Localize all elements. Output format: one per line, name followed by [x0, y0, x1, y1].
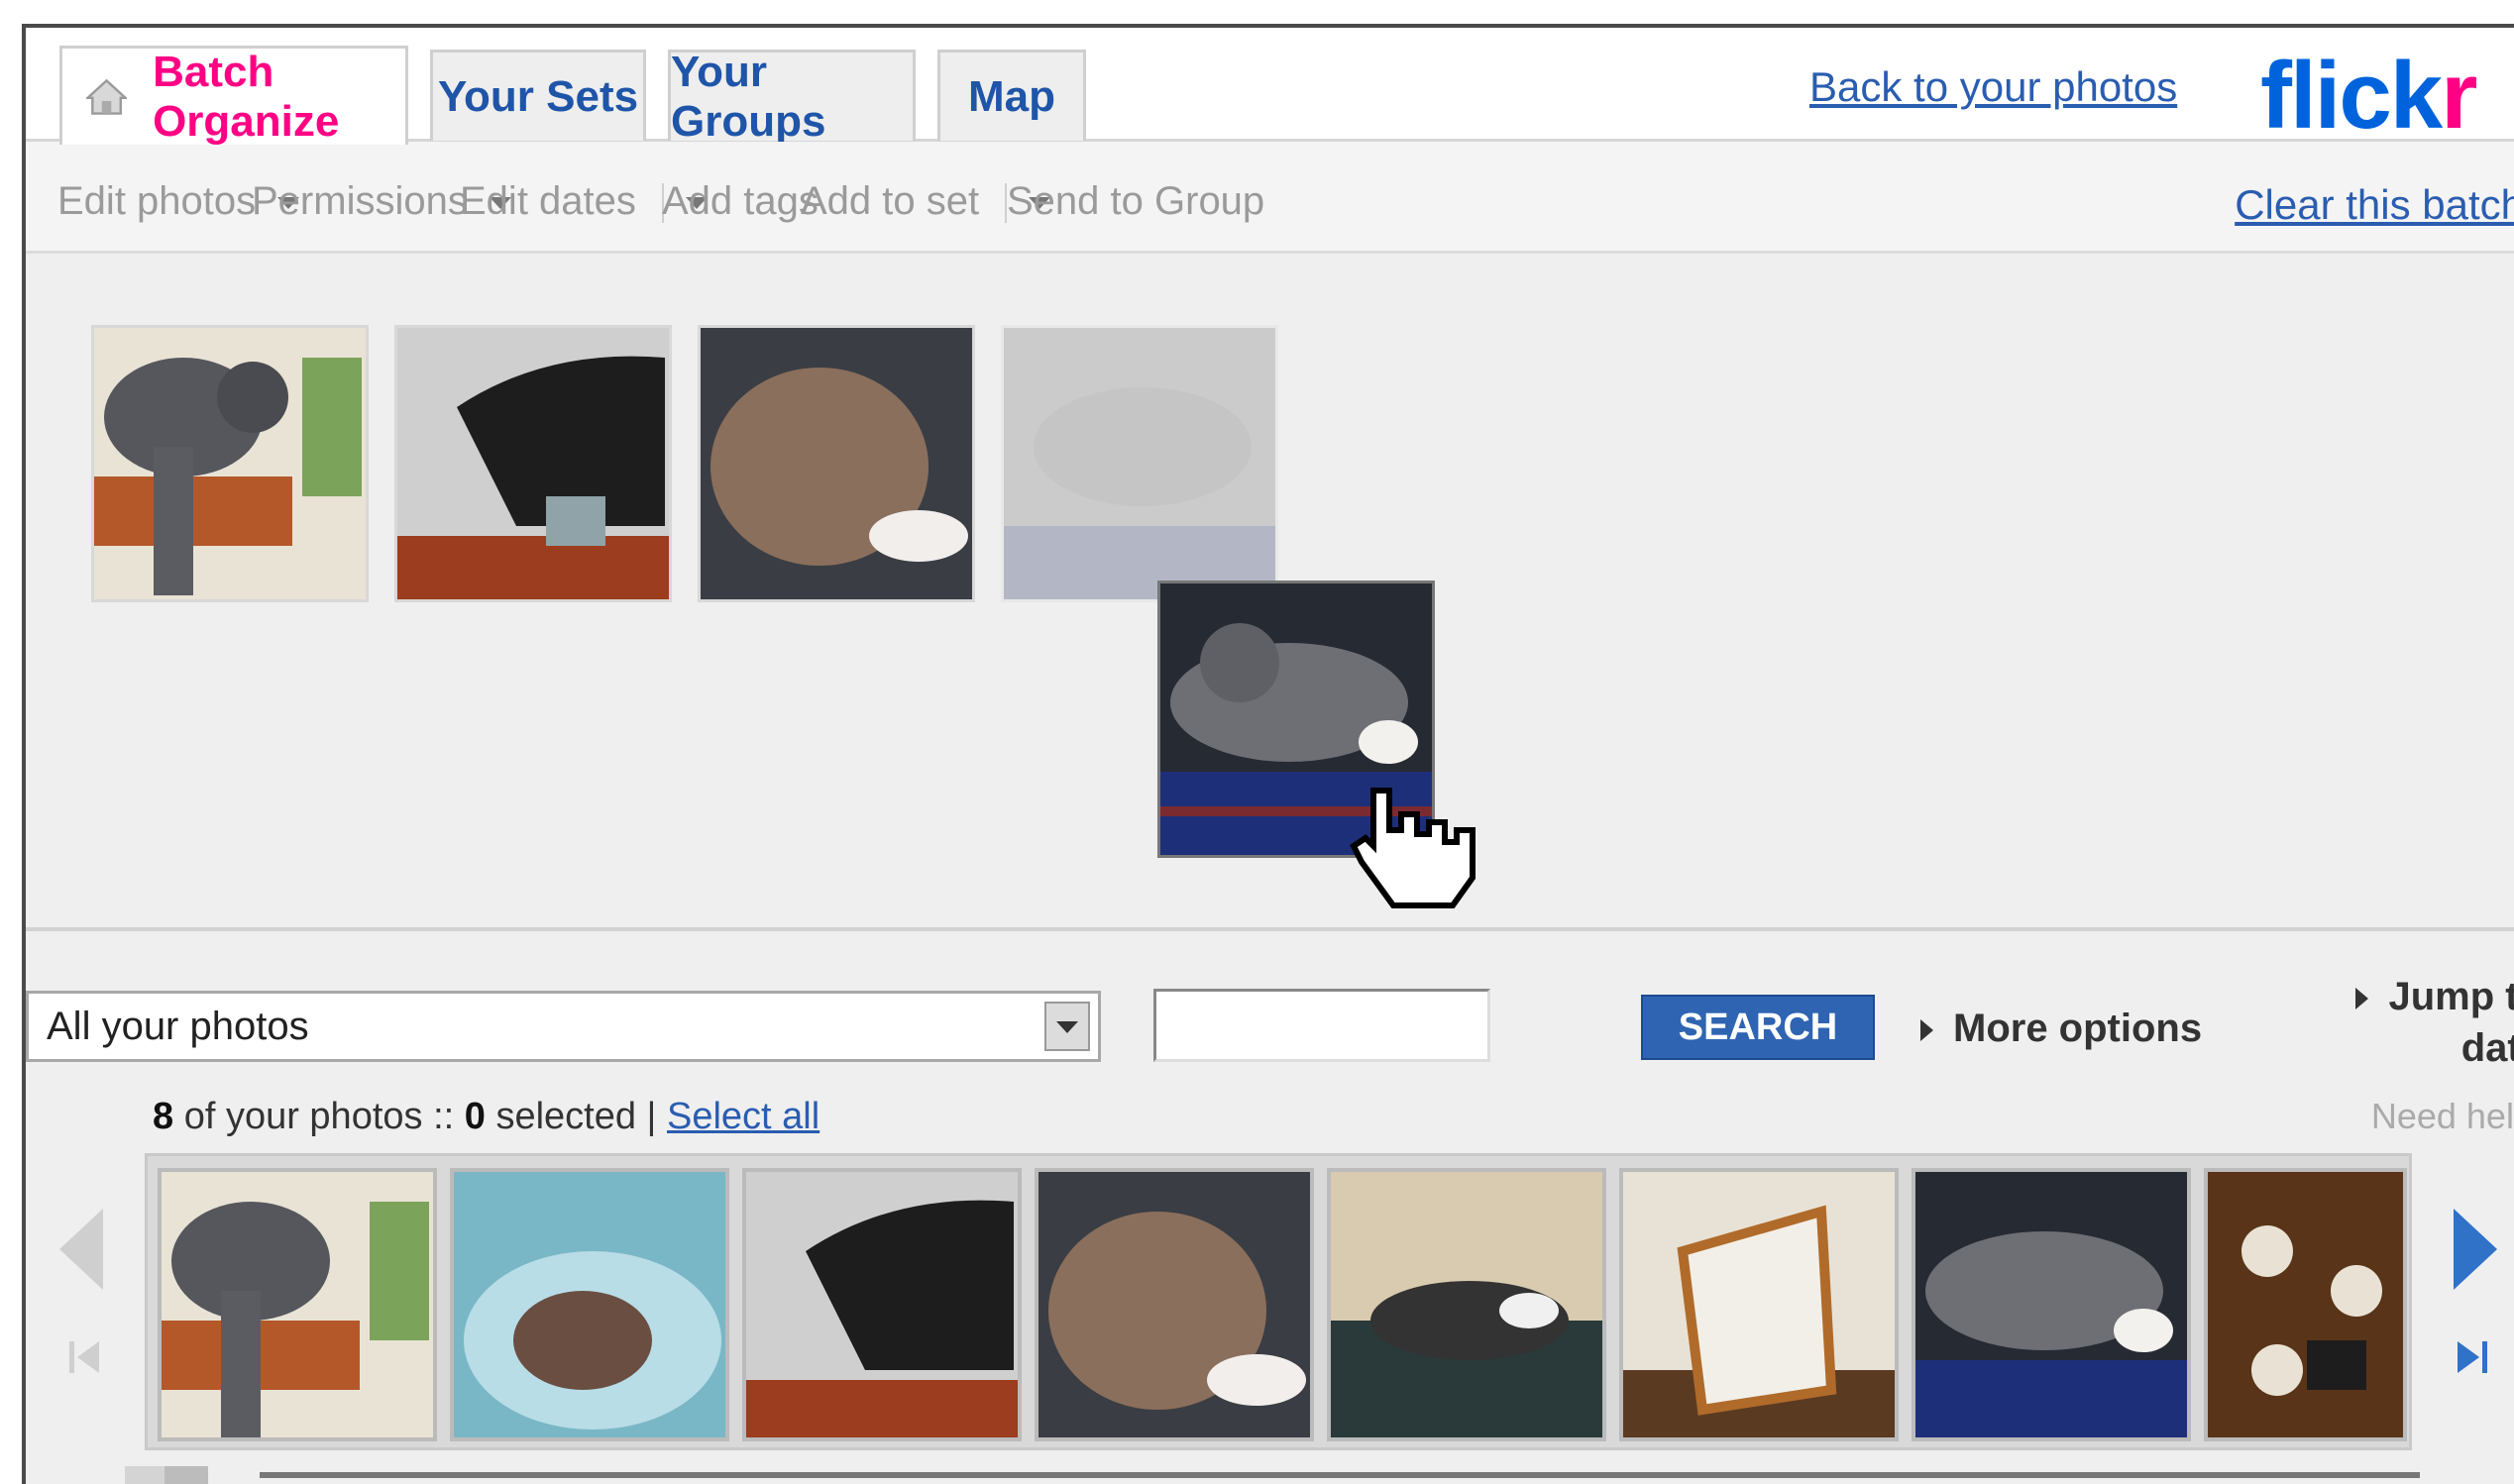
- triangle-right-icon: [1920, 1019, 1933, 1042]
- more-options-toggle[interactable]: More options: [1920, 1007, 2202, 1051]
- tab-label: Your Groups: [671, 47, 826, 146]
- search-button[interactable]: SEARCH: [1641, 995, 1875, 1060]
- filmstrip-photo[interactable]: [1035, 1168, 1314, 1441]
- tab-bar: Batch Organize Your Sets Your Groups Map…: [26, 28, 2514, 149]
- photo-count: 8: [153, 1096, 174, 1137]
- tab-label: Map: [968, 71, 1055, 121]
- tab-map[interactable]: Map: [937, 50, 1086, 141]
- jump-to-date-toggle[interactable]: Jump to date: [2325, 971, 2514, 1074]
- tab-label: Batch Organize: [153, 47, 340, 146]
- filmstrip-photo[interactable]: [742, 1168, 1022, 1441]
- filmstrip-scrollbar[interactable]: [125, 1466, 2424, 1484]
- batch-photo-thumbnail[interactable]: [698, 325, 975, 602]
- menu-label: Send to Group: [1007, 179, 1265, 223]
- back-to-photos-link[interactable]: Back to your photos: [1809, 63, 2177, 111]
- search-input[interactable]: [1153, 989, 1490, 1062]
- batch-photo-thumbnail[interactable]: [91, 325, 369, 602]
- photo-count-status: 8 of your photos :: 0 selected | Select …: [153, 1096, 820, 1138]
- first-page-icon[interactable]: [67, 1337, 101, 1377]
- cat-photo: [1004, 328, 1275, 599]
- previous-page-arrow-icon[interactable]: [55, 1205, 105, 1294]
- more-options-label: More options: [1953, 1007, 2203, 1050]
- triangle-right-icon: [2355, 988, 2369, 1010]
- add-tags-button[interactable]: Add tags: [662, 179, 819, 224]
- cat-photo: [162, 1172, 433, 1437]
- filmstrip-photo[interactable]: [450, 1168, 729, 1441]
- tab-batch-organize[interactable]: Batch Organize: [59, 46, 408, 146]
- filmstrip-photo[interactable]: [158, 1168, 437, 1441]
- jump-label-line2: date: [2460, 1026, 2514, 1070]
- photo-filter-select[interactable]: All your photos: [26, 991, 1101, 1062]
- batch-photo-thumbnail[interactable]: [394, 325, 672, 602]
- scrollbar-thumb: [164, 1466, 208, 1484]
- filmstrip-photo[interactable]: [1619, 1168, 1899, 1441]
- logo-text: flick: [2260, 43, 2443, 149]
- menu-label: Edit photos: [57, 179, 257, 223]
- select-all-link[interactable]: Select all: [667, 1096, 820, 1137]
- menu-label: Permissions: [252, 179, 468, 223]
- cat-photo: [1038, 1172, 1310, 1437]
- photo-filmstrip: [145, 1153, 2412, 1450]
- cat-photo: [1331, 1172, 1602, 1437]
- batch-photo-placeholder: [1001, 325, 1278, 602]
- filmstrip-photo[interactable]: [2204, 1168, 2407, 1441]
- photo-picker-panel: All your photos SEARCH More options Jump…: [26, 931, 2514, 1484]
- need-help-link[interactable]: Need help?: [2371, 1096, 2514, 1137]
- selected-count: 0: [464, 1096, 486, 1137]
- batch-organizer-window: Batch Organize Your Sets Your Groups Map…: [22, 24, 2514, 1484]
- send-to-group-button[interactable]: Send to Group: [1007, 179, 1264, 224]
- table-photo: [2208, 1172, 2403, 1437]
- batch-toolbar: Edit photos Permissions Edit dates Add t…: [26, 142, 2514, 254]
- cat-photo: [94, 328, 366, 599]
- cat-photo: [746, 1172, 1018, 1437]
- filmstrip-photo[interactable]: [1912, 1168, 2191, 1441]
- chair-photo: [1623, 1172, 1895, 1437]
- batch-drop-area[interactable]: [26, 254, 2514, 931]
- logo-text-r: r: [2441, 43, 2477, 149]
- menu-label: Edit dates: [460, 179, 636, 223]
- select-value: All your photos: [47, 1005, 309, 1048]
- menu-label: Add to set: [801, 179, 980, 223]
- tab-label: Your Sets: [437, 71, 639, 121]
- chevron-down-icon[interactable]: [1044, 1002, 1090, 1051]
- hand-cursor-icon: [1350, 788, 1476, 908]
- tab-your-sets[interactable]: Your Sets: [430, 50, 646, 141]
- menu-label: Add tags: [662, 179, 819, 223]
- next-page-arrow-icon[interactable]: [2452, 1205, 2501, 1294]
- count-text: of your photos ::: [173, 1096, 465, 1137]
- last-page-icon[interactable]: [2456, 1337, 2489, 1377]
- home-icon: [86, 78, 128, 115]
- cat-photo: [454, 1172, 725, 1437]
- flickr-logo: flickr: [2260, 42, 2477, 151]
- clear-batch-link[interactable]: Clear this batch: [2235, 181, 2514, 229]
- cat-photo: [397, 328, 669, 599]
- cat-photo: [1915, 1172, 2187, 1437]
- selected-text: selected |: [485, 1096, 667, 1137]
- tab-your-groups[interactable]: Your Groups: [668, 48, 916, 146]
- cat-photo: [701, 328, 972, 599]
- jump-label: Jump to: [2388, 975, 2514, 1018]
- filmstrip-photo[interactable]: [1327, 1168, 1606, 1441]
